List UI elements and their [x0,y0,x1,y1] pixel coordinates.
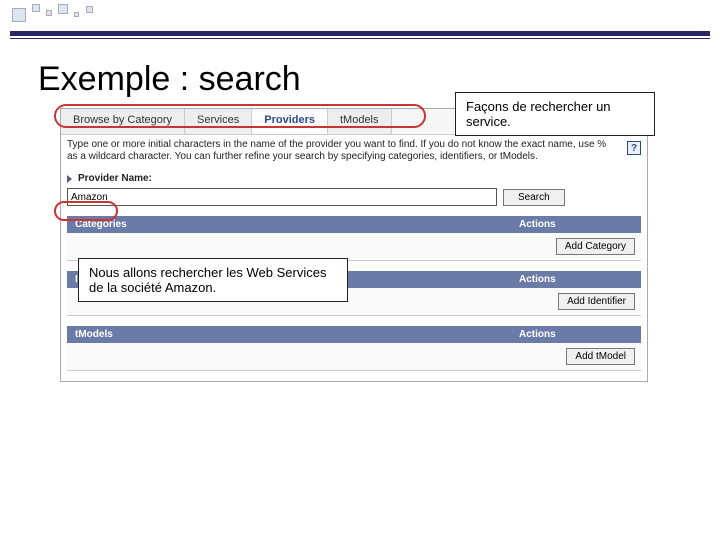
instructions-text: Type one or more initial characters in t… [67,139,619,163]
tmodels-body [67,343,511,370]
add-category-button[interactable] [556,238,635,255]
slide-decorative-header [0,0,720,36]
expand-icon [67,175,72,183]
provider-name-input[interactable] [67,188,497,206]
add-identifier-button[interactable] [558,293,635,310]
tab-tmodels[interactable]: tModels [328,109,392,134]
callout-amazon-search: Nous allons rechercher les Web Services … [78,258,348,302]
help-icon[interactable]: ? [627,141,641,155]
slide-title: Exemple : search [38,60,301,99]
provider-name-label: Provider Name: [78,173,152,184]
categories-body [67,233,511,260]
search-panel: Browse by Category Services Providers tM… [60,108,648,382]
tmodels-header: tModels [67,326,511,343]
actions-header: Actions [511,216,641,233]
tab-services[interactable]: Services [185,109,252,134]
categories-header: Categories [67,216,511,233]
actions-header-2: Actions [511,271,641,288]
search-button[interactable] [503,189,565,206]
callout-search-methods: Façons de rechercher un service. [455,92,655,136]
actions-header-3: Actions [511,326,641,343]
tab-providers[interactable]: Providers [252,109,328,134]
tab-browse-category[interactable]: Browse by Category [61,109,185,134]
add-tmodel-button[interactable] [566,348,635,365]
